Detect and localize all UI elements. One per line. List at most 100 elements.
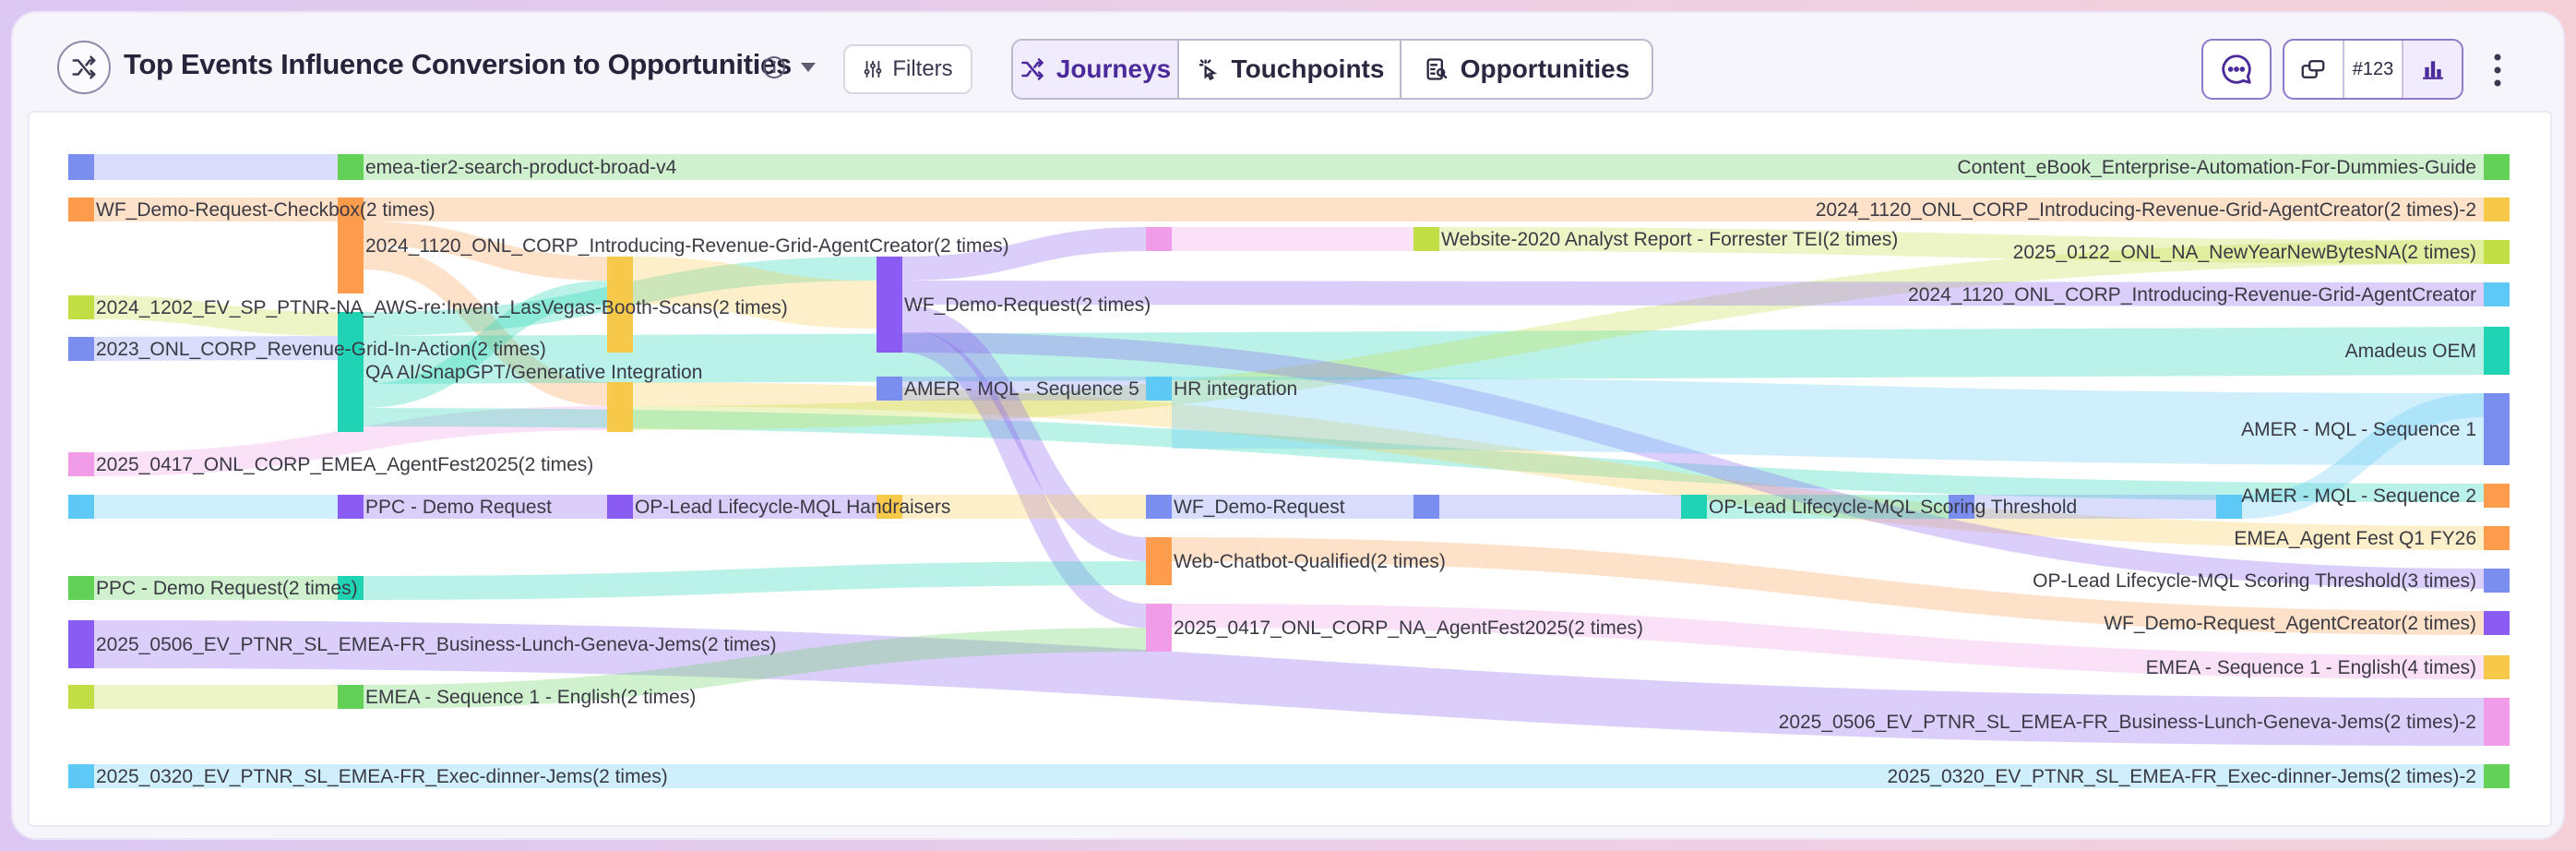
sankey-node-i1[interactable] [2216,495,2242,519]
sankey-node-label-e2: HR integration [1174,378,1297,400]
sankey-node-d2[interactable] [877,377,902,401]
sankey-node-label-z6: AMER - MQL - Sequence 1 [2241,419,2476,440]
sankey-node-label-a3: 2024_1202_EV_SP_PTNR-NA_AWS-re:Invent_La… [96,297,788,318]
sankey-node-e3[interactable] [1146,495,1172,519]
sankey-node-label-e5: 2025_0417_ONL_CORP_NA_AgentFest2025(2 ti… [1174,617,1643,639]
tab-touchpoints[interactable]: Touchpoints [1179,41,1401,98]
sankey-node-label-z12: 2025_0506_EV_PTNR_SL_EMEA-FR_Business-Lu… [1779,712,2476,733]
sankey-node-label-b6: EMEA - Sequence 1 - English(2 times) [365,687,696,708]
filters-label: Filters [892,56,953,81]
sankey-node-f1[interactable] [1413,227,1439,251]
sankey-node-z8[interactable] [2484,526,2510,550]
sankey-node-label-z9: OP-Lead Lifecycle-MQL Scoring Threshold(… [2033,570,2476,592]
sankey-node-z9[interactable] [2484,569,2510,593]
sankey-node-label-c3: OP-Lead Lifecycle-MQL Handraisers [635,497,950,518]
more-options-button[interactable] [2484,46,2511,94]
sankey-node-z3[interactable] [2484,240,2510,264]
compare-view-button[interactable] [2284,41,2344,98]
sankey-node-label-a5: 2025_0417_ONL_CORP_EMEA_AgentFest2025(2 … [96,454,593,475]
sankey-node-z7[interactable] [2484,484,2510,508]
sankey-node-z1[interactable] [2484,154,2510,180]
sankey-node-label-d2: AMER - MQL - Sequence 5 [904,378,1139,400]
caret-down-icon[interactable] [799,59,817,76]
sankey-node-e2[interactable] [1146,377,1172,401]
sankey-node-label-g1: OP-Lead Lifecycle-MQL Scoring Threshold [1709,497,2077,518]
sankey-node-label-b2: 2024_1120_ONL_CORP_Introducing-Revenue-G… [365,235,1009,257]
sankey-node-b1[interactable] [338,154,364,180]
sankey-node-a4[interactable] [68,337,94,361]
sankey-node-label-a10: 2025_0320_EV_PTNR_SL_EMEA-FR_Exec-dinner… [96,766,668,787]
sankey-node-a7[interactable] [68,576,94,600]
page-title: Top Events Influence Conversion to Oppor… [124,48,792,80]
filters-button[interactable]: Filters [843,44,972,94]
sankey-node-label-z2: 2024_1120_ONL_CORP_Introducing-Revenue-G… [1816,199,2476,221]
sankey-node-z10[interactable] [2484,611,2510,635]
sankey-node-label-e3: WF_Demo-Request [1174,497,1345,518]
sliders-icon [864,60,882,78]
sankey-node-label-b3: QA AI/SnapGPT/Generative Integration [365,362,702,383]
tab-opportunities-label: Opportunities [1460,54,1630,83]
sankey-node-label-f1: Website-2020 Analyst Report - Forrester … [1441,229,1898,250]
sankey-node-z13[interactable] [2484,764,2510,788]
sankey-node-e4[interactable] [1146,537,1172,585]
sankey-node-z2[interactable] [2484,198,2510,222]
sankey-node-e1[interactable] [1146,227,1172,251]
sankey-node-label-z5: Amadeus OEM [2345,341,2476,362]
sankey-node-label-z8: EMEA_Agent Fest Q1 FY26 [2234,528,2476,549]
sankey-node-z11[interactable] [2484,655,2510,679]
kebab-icon [2494,54,2501,87]
count-label: #123 [2352,58,2394,79]
sankey-node-z4[interactable] [2484,282,2510,306]
card-header: Top Events Influence Conversion to Oppor… [11,11,2565,120]
sankey-node-label-z3: 2025_0122_ONL_NA_NewYearNewBytesNA(2 tim… [2013,242,2476,263]
sankey-node-a3[interactable] [68,295,94,319]
sankey-node-g1[interactable] [1681,495,1707,519]
journey-type-button[interactable] [57,41,111,94]
shuffle-icon [72,55,96,79]
sankey-node-c2[interactable] [607,382,633,432]
sankey-node-b4[interactable] [338,495,364,519]
sankey-node-a1[interactable] [68,154,94,180]
view-switcher: Journeys Touchpoints Opportunities [1011,39,1653,100]
sankey-node-label-z7: AMER - MQL - Sequence 2 [2241,485,2476,507]
sankey-node-d1[interactable] [877,257,902,353]
tab-journeys[interactable]: Journeys [1013,41,1179,98]
sankey-node-label-b1: emea-tier2-search-product-broad-v4 [365,157,677,178]
info-icon[interactable] [762,55,786,79]
sankey-node-a10[interactable] [68,764,94,788]
sankey-node-a6[interactable] [68,495,94,519]
sankey-node-b6[interactable] [338,685,364,709]
sankey-node-a2[interactable] [68,198,94,222]
sankey-node-label-a2: WF_Demo-Request-Checkbox(2 times) [96,199,435,221]
bar-chart-button[interactable] [2403,41,2462,98]
opportunity-icon [1426,58,1448,80]
sankey-node-c3[interactable] [607,495,633,519]
ai-chat-button[interactable] [2201,39,2272,100]
tab-opportunities[interactable]: Opportunities [1401,41,1652,98]
sankey-node-e5[interactable] [1146,604,1172,652]
journeys-card: Top Events Influence Conversion to Oppor… [11,11,2565,840]
sankey-diagram: WF_Demo-Request-Checkbox(2 times) 2024_12… [68,154,2510,789]
sankey-node-label-d1: WF_Demo-Request(2 times) [904,294,1151,316]
sankey-node-a9[interactable] [68,685,94,709]
display-toggle-group: #123 [2283,39,2463,100]
sankey-node-a8[interactable] [68,620,94,668]
sankey-node-label-z1: Content_eBook_Enterprise-Automation-For-… [1957,157,2476,178]
sankey-node-z6[interactable] [2484,393,2510,465]
sankey-node-label-z4: 2024_1120_ONL_CORP_Introducing-Revenue-G… [1908,284,2476,306]
tap-icon [1199,59,1217,81]
sankey-node-z12[interactable] [2484,698,2510,746]
sankey-node-label-z13: 2025_0320_EV_PTNR_SL_EMEA-FR_Exec-dinner… [1888,766,2476,787]
sankey-node-b3[interactable] [338,312,364,432]
chat-sparkle-icon [2222,54,2251,84]
sankey-node-f2[interactable] [1413,495,1439,519]
sankey-node-label-z10: WF_Demo-Request_AgentCreator(2 times) [2104,613,2476,634]
tab-touchpoints-label: Touchpoints [1231,54,1385,83]
sankey-node-z5[interactable] [2484,327,2510,375]
sankey-node-a5[interactable] [68,452,94,476]
compare-icon [2301,60,2325,78]
sankey-link-b5-e4[interactable] [363,561,1147,600]
sankey-node-label-a4: 2023_ONL_CORP_Revenue-Grid-In-Action(2 t… [96,339,546,360]
sankey-node-label-b4: PPC - Demo Request [365,497,552,518]
number-format-button[interactable]: #123 [2344,41,2404,98]
